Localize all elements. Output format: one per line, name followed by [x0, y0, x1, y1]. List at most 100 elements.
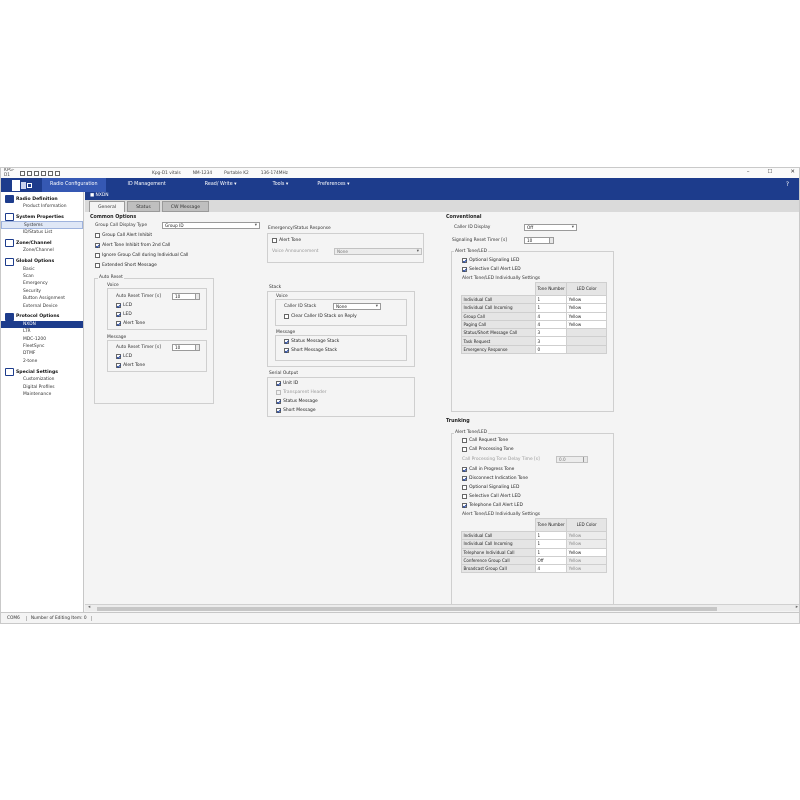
table-row: Paging Call 4 Yellow [461, 319, 608, 330]
trunk-optional-signaling-led-checkbox[interactable]: Optional Signaling LED [462, 485, 519, 490]
status-message-stack-checkbox[interactable]: Status Message Stack [284, 339, 339, 344]
trunk-selective-call-alert-led-checkbox[interactable]: Selective Call Alert LED [462, 494, 521, 499]
system-icon [5, 213, 14, 222]
save-as-icon[interactable] [48, 170, 53, 176]
sidebar-item-basic[interactable]: Basic [1, 266, 83, 273]
short-message-stack-checkbox[interactable]: Short Message Stack [284, 348, 337, 353]
stack-title: Stack [269, 285, 282, 290]
sidebar-group-zone-channel[interactable]: Zone/Channel [1, 239, 83, 248]
table-row: Conference Group Call Off Yellow [461, 555, 608, 566]
table-row: Task Request 3 [461, 336, 608, 346]
voice-led-checkbox[interactable]: LED [116, 312, 132, 317]
close-button[interactable]: ✕ [790, 169, 795, 175]
maximize-button[interactable]: ☐ [767, 169, 772, 175]
menu-radio-configuration[interactable]: Radio Configuration [42, 178, 106, 192]
serial-transparent-header-checkbox[interactable]: Transparent Header [276, 390, 326, 395]
message-timer-input[interactable]: 10 [172, 344, 200, 351]
table-row: Individual Call Incoming 1 Yellow [461, 539, 608, 549]
voice-alert-tone-checkbox[interactable]: Alert Tone [116, 321, 145, 326]
sidebar-item-2-tone[interactable]: 2-tone [1, 358, 83, 365]
common-options-title: Common Options [90, 215, 137, 220]
settings-icon [5, 368, 14, 377]
scrollbar-thumb[interactable] [97, 606, 717, 611]
voice-timer-input[interactable]: 10 [172, 293, 200, 300]
new-file-icon[interactable] [20, 170, 25, 176]
sidebar-item-digital-profiles[interactable]: Digital Profiles [1, 384, 83, 391]
disconnect-indication-tone-checkbox[interactable]: Disconnect Indication Tone [462, 476, 528, 481]
sidebar-group-protocol-options[interactable]: Protocol Options [1, 312, 83, 321]
call-in-progress-tone-checkbox[interactable]: Call in Progress Tone [462, 467, 514, 472]
sidebar-item-scan[interactable]: Scan [1, 273, 83, 280]
sidebar-item-mdc-1200[interactable]: MDC-1200 [1, 336, 83, 343]
voice-announcement-select[interactable]: None [334, 248, 422, 255]
sidebar-item-fleetsync[interactable]: FleetSync [1, 343, 83, 350]
scroll-left-icon[interactable]: ◂ [88, 605, 90, 610]
voice-announcement-label: Voice Announcement [272, 249, 319, 254]
conv-optional-signaling-led-checkbox[interactable]: Optional Signaling LED [462, 258, 519, 263]
tab-status[interactable]: Status [127, 201, 160, 212]
frequency-label: 136-174MHz [260, 170, 288, 176]
message-lcd-checkbox[interactable]: LCD [116, 354, 132, 359]
sidebar-item-external-device[interactable]: External Device [1, 303, 83, 310]
globe-icon [5, 257, 14, 266]
group-call-display-select[interactable]: Group ID [162, 222, 260, 229]
sidebar-item-emergency[interactable]: Emergency [1, 280, 83, 287]
telephone-call-alert-led-checkbox[interactable]: Telephone Call Alert LED [462, 503, 523, 508]
tab-cw-message[interactable]: CW Message [161, 201, 210, 212]
serial-status-message-checkbox[interactable]: Status Message [276, 399, 318, 404]
call-request-tone-checkbox[interactable]: Call Request Tone [462, 438, 508, 443]
horizontal-scrollbar[interactable]: ◂ ▸ [85, 604, 799, 611]
sidebar-item-dtmf[interactable]: DTMF [1, 350, 83, 357]
sidebar-item-ltr[interactable]: LTR [1, 328, 83, 335]
scroll-right-icon[interactable]: ▸ [796, 605, 798, 610]
copy-icon[interactable] [34, 170, 39, 176]
serial-short-message-checkbox[interactable]: Short Message [276, 408, 316, 413]
sidebar-item-button-assignment[interactable]: Button Assignment [1, 295, 83, 302]
status-bar: COM6 Number of Editing Item: 0 [1, 612, 799, 623]
firmware-label: NM-1234 [192, 170, 213, 176]
clear-caller-id-checkbox[interactable]: Clear Caller ID Stack on Reply [284, 314, 357, 319]
sidebar-item-maintenance[interactable]: Maintenance [1, 391, 83, 398]
save-icon[interactable] [41, 170, 46, 176]
caller-id-display-select[interactable]: Off [524, 224, 577, 231]
voice-lcd-checkbox[interactable]: LCD [116, 303, 132, 308]
open-file-icon[interactable] [27, 170, 32, 176]
emergency-alert-tone-checkbox[interactable]: Alert Tone [272, 238, 301, 243]
trunk-tone-number-header: Tone Number [534, 518, 568, 532]
caller-id-stack-select[interactable]: None [333, 303, 381, 310]
sidebar-item-id-status-list[interactable]: ID/Status List [1, 229, 83, 236]
sidebar-item-nxdn[interactable]: NXDN [1, 320, 83, 329]
app-window: KPG-D1 Kpg-D1 vitals NM-1234 Portable K2… [0, 167, 800, 624]
ignore-group-call-checkbox[interactable]: Ignore Group Call during Individual Call [95, 253, 188, 258]
message-alert-tone-checkbox[interactable]: Alert Tone [116, 363, 145, 368]
sidebar-item-customization[interactable]: Customization [1, 376, 83, 383]
sidebar-group-global-options[interactable]: Global Options [1, 257, 83, 266]
sidebar: Radio Definition Product Information Sys… [1, 192, 84, 612]
menu-preferences[interactable]: Preferences ▾ [317, 178, 349, 192]
menu-read-write[interactable]: Read/ Write ▾ [205, 178, 237, 192]
menu-id-management[interactable]: ID Management [128, 178, 166, 192]
radio-icon [5, 195, 14, 203]
sidebar-item-security[interactable]: Security [1, 288, 83, 295]
sidebar-item-zone-channel[interactable]: Zone/Channel [1, 247, 83, 254]
sidebar-group-system-properties[interactable]: System Properties [1, 213, 83, 222]
signaling-reset-input[interactable]: 10 [524, 237, 554, 244]
menu-tools[interactable]: Tools ▾ [273, 178, 289, 192]
alert-tone-inhibit-checkbox[interactable]: Alert Tone Inhibit from 2nd Call [95, 243, 170, 248]
help-icon[interactable]: ? [786, 178, 789, 192]
call-processing-tone-checkbox[interactable]: Call Processing Tone [462, 447, 514, 452]
print-icon[interactable] [55, 170, 60, 176]
serial-unit-id-checkbox[interactable]: Unit ID [276, 381, 298, 386]
call-processing-delay-input[interactable]: 0.0 [556, 456, 588, 463]
group-call-alert-inhibit-checkbox[interactable]: Group Call Alert Inhibit [95, 233, 152, 238]
sidebar-item-product-information[interactable]: Product Information [1, 203, 83, 210]
conv-selective-call-alert-led-checkbox[interactable]: Selective Call Alert LED [462, 267, 521, 272]
extended-short-message-checkbox[interactable]: Extended Short Message [95, 263, 157, 268]
sidebar-group-special-settings[interactable]: Special Settings [1, 368, 83, 377]
minimize-button[interactable]: – [747, 169, 750, 175]
content-pane: ■ NXDN General Status CW Message Common … [85, 192, 799, 612]
sidebar-group-radio-definition[interactable]: Radio Definition [1, 195, 83, 203]
tab-general[interactable]: General [89, 201, 126, 212]
emergency-status-title: Emergency/Status Response [268, 226, 331, 231]
sidebar-item-systems[interactable]: Systems [1, 221, 83, 229]
